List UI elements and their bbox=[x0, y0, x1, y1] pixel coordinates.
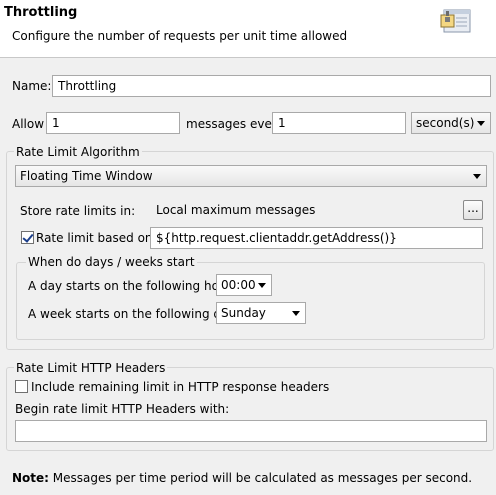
browse-button[interactable]: ... bbox=[463, 200, 483, 220]
http-headers-title: Rate Limit HTTP Headers bbox=[14, 361, 168, 375]
store-rate-limits-label: Store rate limits in: bbox=[20, 204, 136, 218]
throttling-config-icon bbox=[440, 6, 472, 36]
allow-count-input[interactable]: 1 bbox=[46, 112, 180, 134]
note-label: Note: bbox=[12, 471, 49, 485]
days-weeks-title: When do days / weeks start bbox=[26, 255, 197, 269]
algorithm-select[interactable]: Floating Time Window bbox=[15, 165, 487, 187]
time-unit-value: second(s) bbox=[416, 116, 475, 130]
chevron-down-icon bbox=[258, 283, 266, 288]
include-remaining-limit-label: Include remaining limit in HTTP response… bbox=[31, 380, 330, 394]
rate-limit-algorithm-title: Rate Limit Algorithm bbox=[14, 145, 142, 159]
time-unit-select[interactable]: second(s) bbox=[411, 112, 491, 134]
include-remaining-limit-checkbox[interactable] bbox=[15, 380, 28, 393]
rate-limit-based-on-checkbox[interactable] bbox=[21, 231, 34, 244]
rate-limit-based-on-input[interactable]: ${http.request.clientaddr.getAddress()} bbox=[150, 227, 483, 249]
day-start-value: 00:00 bbox=[221, 278, 256, 292]
dialog-header: Throttling Configure the number of reque… bbox=[0, 0, 496, 58]
week-start-value: Sunday bbox=[221, 306, 266, 320]
chevron-down-icon bbox=[477, 121, 485, 126]
period-input[interactable]: 1 bbox=[272, 112, 406, 134]
week-start-label: A week starts on the following day: bbox=[28, 307, 239, 321]
dialog-title: Throttling bbox=[4, 5, 78, 20]
messages-every-label: messages every bbox=[186, 117, 284, 131]
name-label: Name: bbox=[12, 79, 52, 93]
chevron-down-icon bbox=[473, 174, 481, 179]
day-start-select[interactable]: 00:00 bbox=[216, 274, 272, 296]
allow-label: Allow bbox=[12, 117, 45, 131]
day-start-label: A day starts on the following hour: bbox=[28, 279, 236, 293]
begin-headers-label: Begin rate limit HTTP Headers with: bbox=[15, 402, 230, 416]
note: Note: Messages per time period will be c… bbox=[12, 471, 472, 485]
name-input[interactable]: Throttling bbox=[52, 75, 491, 97]
chevron-down-icon bbox=[292, 311, 300, 316]
week-start-select[interactable]: Sunday bbox=[216, 302, 306, 324]
rate-limit-based-on-label: Rate limit based on: bbox=[36, 231, 157, 245]
begin-headers-input[interactable] bbox=[15, 420, 487, 442]
note-text: Messages per time period will be calcula… bbox=[52, 471, 473, 485]
dialog-description: Configure the number of requests per uni… bbox=[12, 29, 348, 43]
algorithm-value: Floating Time Window bbox=[20, 169, 153, 183]
store-rate-limits-value: Local maximum messages bbox=[150, 199, 455, 221]
